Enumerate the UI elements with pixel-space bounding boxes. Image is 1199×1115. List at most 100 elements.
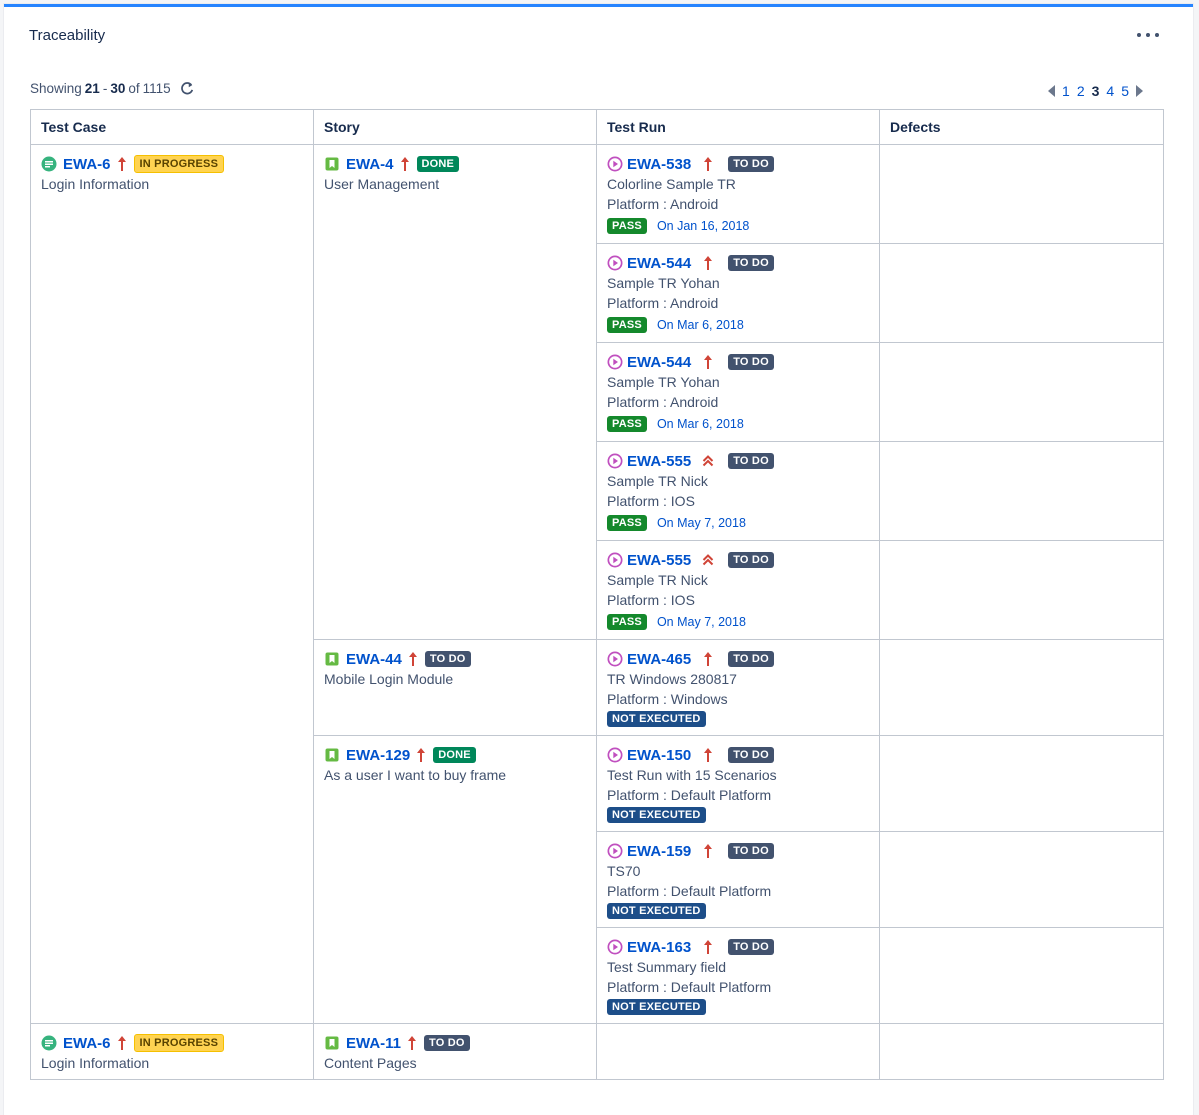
high-priority-icon [704, 652, 713, 666]
high-priority-icon [704, 256, 713, 270]
test-case-cell: EWA-6 IN PROGRESS Login Information [30, 1023, 314, 1080]
execution-date[interactable]: On Jan 16, 2018 [657, 219, 749, 233]
story-icon [325, 748, 339, 762]
page-link-1[interactable]: 1 [1062, 83, 1070, 99]
defects-cell [879, 735, 1164, 832]
prev-page-icon[interactable] [1048, 85, 1056, 97]
showing-label: Showing [30, 81, 82, 96]
test-run-cell: EWA-150 TO DO Test Run with 15 Scenarios Pl… [596, 735, 880, 832]
result-badge: PASS [607, 515, 647, 531]
test-run-platform: Platform : IOS [607, 592, 695, 608]
story-icon [325, 157, 339, 171]
status-badge: TO DO [424, 1035, 470, 1051]
test-run-icon [607, 453, 623, 469]
execution-date[interactable]: On May 7, 2018 [657, 615, 746, 629]
traceability-table: Test Case Story Test Run Defects EWA-6 I… [30, 109, 1164, 1080]
showing-to: 30 [110, 81, 126, 96]
test-case-key[interactable]: EWA-6 [63, 1035, 111, 1052]
test-run-key[interactable]: EWA-555 [627, 552, 691, 569]
test-run-cell: EWA-555 TO DO Sample TR Nick Platform : IOS… [596, 441, 880, 541]
header-test-case: Test Case [30, 109, 314, 145]
defects-cell [879, 540, 1164, 640]
test-run-key[interactable]: EWA-544 [627, 255, 691, 272]
high-priority-icon [117, 157, 126, 171]
header-test-run: Test Run [596, 109, 880, 145]
story-key[interactable]: EWA-44 [346, 651, 402, 668]
next-page-icon[interactable] [1136, 85, 1143, 97]
test-run-summary: Sample TR Yohan [607, 374, 720, 390]
showing-from: 21 [84, 81, 100, 96]
story-icon [325, 1036, 339, 1050]
result-badge: PASS [607, 317, 647, 333]
execution-date[interactable]: On May 7, 2018 [657, 516, 746, 530]
page-link-2[interactable]: 2 [1077, 83, 1085, 99]
status-badge: TO DO [728, 255, 774, 271]
story-cell: EWA-129 DONE As a user I want to buy fra… [313, 735, 597, 1024]
test-run-cell: EWA-544 TO DO Sample TR Yohan Platform : An… [596, 243, 880, 343]
status-badge: DONE [433, 747, 476, 763]
result-badge: PASS [607, 218, 647, 234]
high-priority-icon [408, 652, 417, 666]
header-story: Story [313, 109, 597, 145]
test-case-summary: Login Information [41, 176, 150, 192]
defects-cell [879, 1023, 1164, 1080]
test-run-summary: Sample TR Yohan [607, 275, 720, 291]
page-link-4[interactable]: 4 [1106, 83, 1114, 99]
high-priority-icon [400, 157, 409, 171]
defects-cell [879, 927, 1164, 1024]
refresh-icon[interactable] [180, 81, 194, 96]
test-run-key[interactable]: EWA-163 [627, 939, 691, 956]
high-priority-icon [117, 1036, 126, 1050]
status-badge: TO DO [728, 651, 774, 667]
execution-date[interactable]: On Mar 6, 2018 [657, 318, 744, 332]
pagination: 1 2 3 4 5 [1048, 83, 1143, 99]
result-badge: PASS [607, 416, 647, 432]
test-run-summary: Sample TR Nick [607, 572, 708, 588]
story-key[interactable]: EWA-11 [346, 1035, 401, 1052]
showing-dash: - [102, 81, 108, 96]
test-case-summary: Login Information [41, 1055, 150, 1071]
test-run-cell: EWA-465 TO DO TR Windows 280817 Platform : … [596, 639, 880, 736]
result-badge: NOT EXECUTED [607, 807, 706, 823]
test-run-icon [607, 156, 623, 172]
story-summary: As a user I want to buy frame [324, 767, 507, 783]
test-run-summary: Colorline Sample TR [607, 176, 736, 192]
page-link-3: 3 [1091, 83, 1100, 99]
status-badge: IN PROGRESS [133, 1034, 225, 1052]
test-run-summary: Test Summary field [607, 959, 727, 975]
test-run-platform: Platform : Default Platform [607, 979, 772, 995]
test-run-platform: Platform : Android [607, 196, 719, 212]
story-summary: User Management [324, 176, 440, 192]
test-run-key[interactable]: EWA-465 [627, 651, 691, 668]
test-run-key[interactable]: EWA-544 [627, 354, 691, 371]
execution-date[interactable]: On Mar 6, 2018 [657, 417, 744, 431]
test-run-summary: Test Run with 15 Scenarios [607, 767, 777, 783]
test-run-key[interactable]: EWA-538 [627, 156, 691, 173]
test-run-key[interactable]: EWA-150 [627, 747, 691, 764]
showing-total: 1115 [142, 81, 171, 96]
test-run-platform: Platform : Android [607, 295, 719, 311]
status-badge: DONE [416, 156, 460, 172]
table-row: EWA-6 IN PROGRESS Login Information EWA-… [30, 1023, 1164, 1080]
page-link-5[interactable]: 5 [1121, 83, 1129, 99]
story-key[interactable]: EWA-4 [346, 156, 394, 173]
test-run-cell [596, 1023, 880, 1080]
test-run-platform: Platform : IOS [607, 493, 695, 509]
test-run-key[interactable]: EWA-555 [627, 453, 691, 470]
test-run-icon [607, 843, 623, 859]
more-actions-icon[interactable] [1137, 27, 1159, 43]
highest-priority-icon [702, 554, 714, 566]
test-run-cell: EWA-544 TO DO Sample TR Yohan Platform : An… [596, 342, 880, 442]
story-key[interactable]: EWA-129 [346, 747, 410, 764]
high-priority-icon [704, 157, 713, 171]
status-badge: IN PROGRESS [133, 155, 225, 173]
test-case-key[interactable]: EWA-6 [63, 156, 111, 173]
test-run-key[interactable]: EWA-159 [627, 843, 691, 860]
story-cell: EWA-11 TO DO Content Pages [313, 1023, 597, 1080]
gadget-title: Traceability [29, 27, 106, 44]
traceability-gadget: Traceability Showing 21 - 30 of 1115 1 2… [4, 4, 1193, 1115]
result-badge: NOT EXECUTED [607, 999, 706, 1015]
story-summary: Mobile Login Module [324, 671, 454, 687]
status-badge: TO DO [728, 939, 774, 955]
table-row: EWA-6 IN PROGRESS Login Information EWA-… [30, 144, 1164, 1024]
